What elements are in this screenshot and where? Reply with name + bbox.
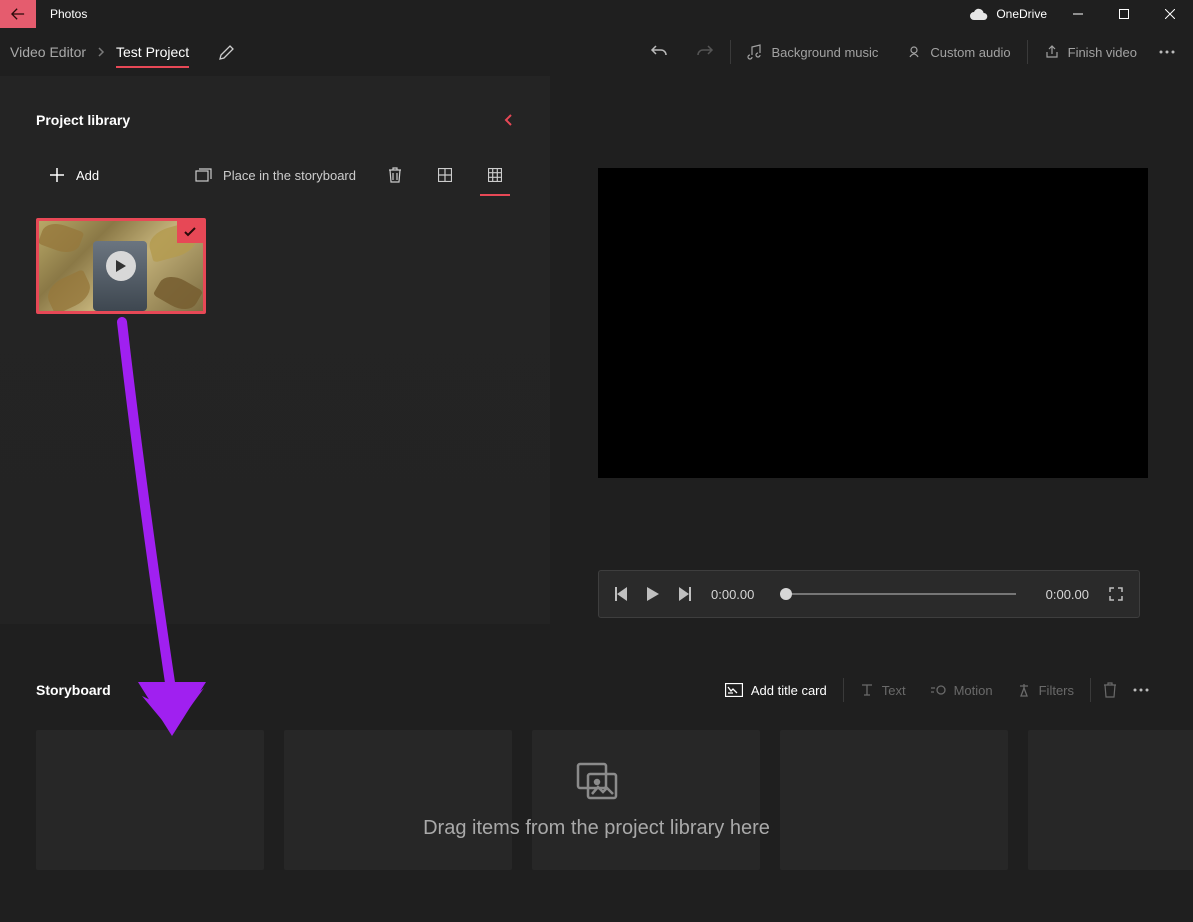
more-icon xyxy=(1133,688,1149,692)
library-clip[interactable] xyxy=(36,218,206,314)
play-icon xyxy=(116,260,126,272)
prev-frame-button[interactable] xyxy=(615,587,627,601)
fullscreen-icon xyxy=(1109,587,1123,601)
close-icon xyxy=(1165,9,1175,19)
grid-3x3-icon xyxy=(488,168,502,182)
add-label: Add xyxy=(76,168,99,183)
custom-audio-label: Custom audio xyxy=(930,45,1010,60)
project-name[interactable]: Test Project xyxy=(116,36,189,68)
playback-bar: 0:00.00 0:00.00 xyxy=(598,570,1140,618)
breadcrumb-root[interactable]: Video Editor xyxy=(10,36,86,68)
current-time: 0:00.00 xyxy=(711,587,754,602)
storyboard-slot[interactable] xyxy=(780,730,1008,870)
fullscreen-button[interactable] xyxy=(1109,587,1123,601)
filters-button[interactable]: Filters xyxy=(1005,672,1086,708)
project-library-title: Project library xyxy=(36,112,130,128)
collapse-library-button[interactable] xyxy=(504,113,514,127)
separator xyxy=(1090,678,1091,702)
music-icon xyxy=(747,44,763,60)
preview-panel: 0:00.00 0:00.00 xyxy=(550,76,1193,624)
back-button[interactable] xyxy=(0,0,36,28)
arrow-left-icon xyxy=(11,7,25,21)
redo-icon xyxy=(696,43,714,61)
trash-icon xyxy=(388,167,402,183)
titlebar: Photos OneDrive xyxy=(0,0,1193,28)
undo-icon xyxy=(650,43,668,61)
filters-icon xyxy=(1017,683,1031,697)
step-forward-icon xyxy=(679,587,691,601)
background-music-button[interactable]: Background music xyxy=(733,34,892,70)
selected-badge xyxy=(177,221,203,243)
separator xyxy=(843,678,844,702)
storyboard-panel: Storyboard Add title card Text Motion Fi… xyxy=(0,624,1193,870)
close-button[interactable] xyxy=(1147,0,1193,28)
play-icon xyxy=(647,587,659,601)
place-label: Place in the storyboard xyxy=(223,168,356,183)
separator xyxy=(1027,40,1028,64)
more-icon xyxy=(1159,50,1175,54)
text-icon xyxy=(860,683,874,697)
more-button[interactable] xyxy=(1151,34,1183,70)
text-button[interactable]: Text xyxy=(848,672,918,708)
motion-button[interactable]: Motion xyxy=(918,672,1005,708)
minimize-button[interactable] xyxy=(1055,0,1101,28)
text-label: Text xyxy=(882,683,906,698)
chevron-left-icon xyxy=(504,113,514,127)
storyboard-more-button[interactable] xyxy=(1125,672,1157,708)
rename-button[interactable] xyxy=(219,44,235,60)
pencil-icon xyxy=(219,44,235,60)
add-title-card-button[interactable]: Add title card xyxy=(713,672,839,708)
plus-icon xyxy=(50,168,64,182)
finish-video-label: Finish video xyxy=(1068,45,1137,60)
next-frame-button[interactable] xyxy=(679,587,691,601)
export-icon xyxy=(1044,44,1060,60)
separator xyxy=(730,40,731,64)
app-title: Photos xyxy=(50,7,87,21)
finish-video-button[interactable]: Finish video xyxy=(1030,34,1151,70)
minimize-icon xyxy=(1073,9,1083,19)
storyboard-track[interactable]: Drag items from the project library here xyxy=(36,730,1157,870)
trash-icon xyxy=(1103,682,1117,698)
step-back-icon xyxy=(615,587,627,601)
play-button[interactable] xyxy=(647,587,659,601)
delete-clip-button[interactable] xyxy=(1095,672,1125,708)
motion-label: Motion xyxy=(954,683,993,698)
title-card-icon xyxy=(725,683,743,697)
grid-2x2-icon xyxy=(438,168,452,182)
play-overlay xyxy=(106,251,136,281)
maximize-icon xyxy=(1119,9,1129,19)
background-music-label: Background music xyxy=(771,45,878,60)
storyboard-slot[interactable] xyxy=(36,730,264,870)
add-title-card-label: Add title card xyxy=(751,683,827,698)
grid-small-button[interactable] xyxy=(476,156,514,194)
cloud-icon xyxy=(970,8,988,20)
motion-icon xyxy=(930,683,946,697)
storyboard-title: Storyboard xyxy=(36,682,111,698)
storyboard-slot[interactable] xyxy=(1028,730,1193,870)
project-library-panel: Project library Add Place in the storybo… xyxy=(0,76,550,624)
undo-button[interactable] xyxy=(636,34,682,70)
filters-label: Filters xyxy=(1039,683,1074,698)
chevron-right-icon xyxy=(96,47,106,57)
storyboard-slot[interactable] xyxy=(284,730,512,870)
redo-button[interactable] xyxy=(682,34,728,70)
onedrive-label: OneDrive xyxy=(996,7,1047,21)
toolbar: Video Editor Test Project Background mus… xyxy=(0,28,1193,76)
seek-slider[interactable] xyxy=(784,593,1015,595)
video-preview[interactable] xyxy=(598,168,1148,478)
breadcrumb: Video Editor Test Project xyxy=(10,36,235,68)
main: Project library Add Place in the storybo… xyxy=(0,76,1193,624)
storyboard-slot[interactable] xyxy=(532,730,760,870)
add-media-button[interactable]: Add xyxy=(50,168,99,183)
storyboard-icon xyxy=(195,168,213,182)
audio-icon xyxy=(906,44,922,60)
delete-button[interactable] xyxy=(376,156,414,194)
total-time: 0:00.00 xyxy=(1046,587,1089,602)
custom-audio-button[interactable]: Custom audio xyxy=(892,34,1024,70)
onedrive-status[interactable]: OneDrive xyxy=(970,7,1047,21)
maximize-button[interactable] xyxy=(1101,0,1147,28)
check-icon xyxy=(184,227,196,237)
grid-large-button[interactable] xyxy=(426,156,464,194)
place-in-storyboard-button[interactable]: Place in the storyboard xyxy=(195,168,356,183)
